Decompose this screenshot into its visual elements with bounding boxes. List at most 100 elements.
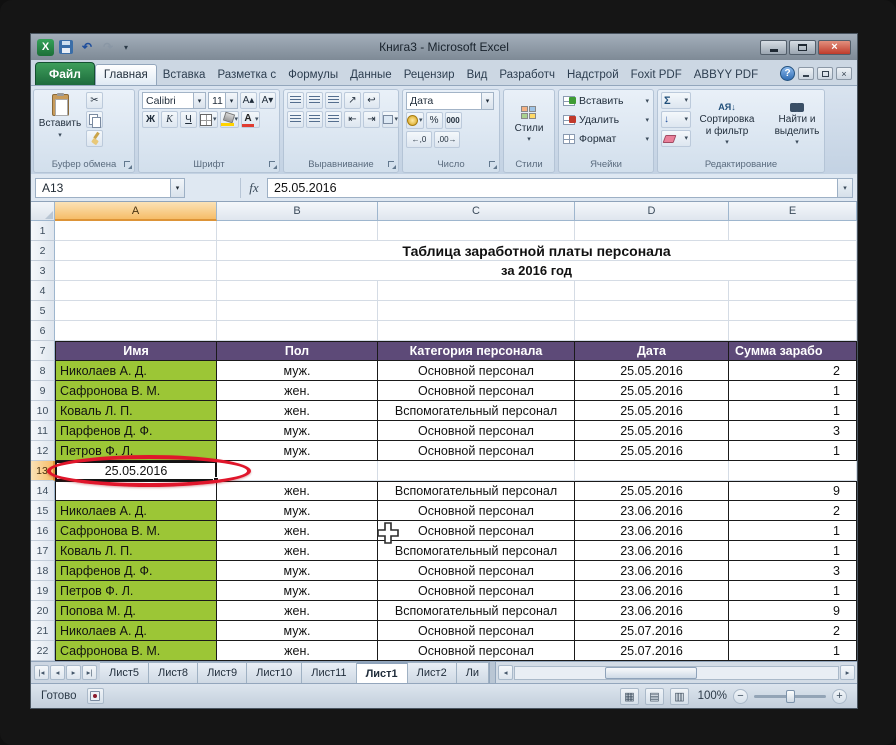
cell-19-a[interactable]: Петров Ф. Л.	[55, 581, 217, 601]
sheet-tab-8[interactable]: Ли	[457, 662, 489, 683]
row-header-9[interactable]: 9	[31, 381, 55, 401]
cell-22-a[interactable]: Сафронова В. М.	[55, 641, 217, 661]
undo-button[interactable]: ↶	[78, 39, 96, 56]
cell-18-a[interactable]: Парфенов Д. Ф.	[55, 561, 217, 581]
help-icon[interactable]: ?	[780, 66, 795, 81]
row-header-21[interactable]: 21	[31, 621, 55, 641]
cell-4-3[interactable]	[575, 281, 729, 301]
cell-14-e[interactable]: 9	[729, 481, 857, 501]
cell-10-b[interactable]: жен.	[217, 401, 378, 421]
format-painter-button[interactable]	[86, 130, 103, 147]
cell-10-c[interactable]: Вспомогательный персонал	[378, 401, 575, 421]
align-bottom-button[interactable]	[325, 92, 342, 109]
cell-13-2[interactable]	[378, 461, 575, 481]
cell-15-e[interactable]: 2	[729, 501, 857, 521]
scroll-right-button[interactable]: ▸	[840, 665, 855, 680]
row-header-4[interactable]: 4	[31, 281, 55, 301]
cell-14-b[interactable]: жен.	[217, 481, 378, 501]
font-color-button[interactable]: А▾	[241, 111, 260, 128]
first-sheet-button[interactable]: |◂	[34, 665, 49, 680]
cell-9-e[interactable]: 1	[729, 381, 857, 401]
last-sheet-button[interactable]: ▸|	[82, 665, 97, 680]
cell-18-b[interactable]: муж.	[217, 561, 378, 581]
ribbon-tab-5[interactable]: Данные	[344, 65, 398, 85]
cut-button[interactable]: ✂	[86, 92, 103, 109]
cell-20-b[interactable]: жен.	[217, 601, 378, 621]
title-cell-row3[interactable]: за 2016 год	[217, 261, 857, 281]
fill-color-button[interactable]: ▾	[220, 111, 240, 128]
table-header-cell-1[interactable]: Пол	[217, 341, 378, 361]
align-middle-button[interactable]	[306, 92, 323, 109]
previous-sheet-button[interactable]: ◂	[50, 665, 65, 680]
cell-17-e[interactable]: 1	[729, 541, 857, 561]
align-center-button[interactable]	[306, 111, 323, 128]
cell-15-b[interactable]: муж.	[217, 501, 378, 521]
cell-16-e[interactable]: 1	[729, 521, 857, 541]
cell-13-1[interactable]	[217, 461, 378, 481]
cell-22-c[interactable]: Основной персонал	[378, 641, 575, 661]
row-header-19[interactable]: 19	[31, 581, 55, 601]
cell-6-4[interactable]	[729, 321, 857, 341]
cell-16-a[interactable]: Сафронова В. М.	[55, 521, 217, 541]
cell-6-2[interactable]	[378, 321, 575, 341]
cell-3-0[interactable]	[55, 261, 217, 281]
cell-21-d[interactable]: 25.07.2016	[575, 621, 729, 641]
font-name-select[interactable]: Calibri ▾	[142, 92, 206, 109]
name-box[interactable]: A13 ▾	[35, 178, 185, 198]
ribbon-tab-6[interactable]: Рецензир	[398, 65, 461, 85]
cell-11-d[interactable]: 25.05.2016	[575, 421, 729, 441]
qat-customize-button[interactable]: ▾	[120, 39, 132, 56]
row-header-1[interactable]: 1	[31, 221, 55, 241]
paste-button[interactable]: Вставить ▾	[37, 92, 83, 141]
view-page-break-button[interactable]: ▥	[670, 688, 689, 705]
copy-button[interactable]	[86, 111, 103, 128]
cell-4-1[interactable]	[217, 281, 378, 301]
align-top-button[interactable]	[287, 92, 304, 109]
underline-button[interactable]: Ч	[180, 111, 197, 128]
row-header-17[interactable]: 17	[31, 541, 55, 561]
cell-18-d[interactable]: 23.06.2016	[575, 561, 729, 581]
row-header-18[interactable]: 18	[31, 561, 55, 581]
ribbon-tab-11[interactable]: ABBYY PDF	[688, 65, 764, 85]
maximize-button[interactable]	[789, 40, 816, 55]
zoom-in-button[interactable]: +	[832, 689, 847, 704]
cell-6-1[interactable]	[217, 321, 378, 341]
cell-5-4[interactable]	[729, 301, 857, 321]
cell-14-d[interactable]: 25.05.2016	[575, 481, 729, 501]
horizontal-scrollbar[interactable]: ◂ ▸	[496, 662, 857, 683]
title-cell-row2[interactable]: Таблица заработной платы персонала	[217, 241, 857, 261]
cell-4-4[interactable]	[729, 281, 857, 301]
currency-format-button[interactable]: ▾	[406, 112, 424, 129]
cell-21-c[interactable]: Основной персонал	[378, 621, 575, 641]
row-header-2[interactable]: 2	[31, 241, 55, 261]
name-box-caret-icon[interactable]: ▾	[170, 179, 184, 197]
cell-6-3[interactable]	[575, 321, 729, 341]
cell-17-d[interactable]: 23.06.2016	[575, 541, 729, 561]
file-tab[interactable]: Файл	[35, 62, 95, 85]
dialog-launcher-icon[interactable]	[269, 161, 277, 169]
redo-button[interactable]: ↷	[99, 39, 117, 56]
macro-record-button[interactable]	[87, 688, 104, 704]
formula-bar-expand-button[interactable]: ▾	[838, 178, 853, 198]
dialog-launcher-icon[interactable]	[489, 161, 497, 169]
row-header-12[interactable]: 12	[31, 441, 55, 461]
cell-9-c[interactable]: Основной персонал	[378, 381, 575, 401]
ribbon-tab-2[interactable]: Вставка	[157, 65, 212, 85]
row-header-10[interactable]: 10	[31, 401, 55, 421]
cell-22-d[interactable]: 25.07.2016	[575, 641, 729, 661]
find-select-button[interactable]: Найти и выделить ▾	[763, 92, 831, 157]
cell-14-c[interactable]: Вспомогательный персонал	[378, 481, 575, 501]
table-header-cell-4[interactable]: Сумма зарабо	[729, 341, 857, 361]
format-cells-button[interactable]: Формат ▾	[563, 130, 649, 148]
sheet-tab-5[interactable]: Лист11	[302, 662, 356, 683]
ribbon-tab-3[interactable]: Разметка с	[211, 65, 282, 85]
cell-8-e[interactable]: 2	[729, 361, 857, 381]
cell-5-0[interactable]	[55, 301, 217, 321]
workbook-restore-button[interactable]	[817, 67, 833, 80]
cell-11-b[interactable]: муж.	[217, 421, 378, 441]
cell-15-a[interactable]: Николаев А. Д.	[55, 501, 217, 521]
row-header-5[interactable]: 5	[31, 301, 55, 321]
cell-12-b[interactable]: муж.	[217, 441, 378, 461]
row-header-14[interactable]: 14	[31, 481, 55, 501]
table-header-cell-0[interactable]: Имя	[55, 341, 217, 361]
